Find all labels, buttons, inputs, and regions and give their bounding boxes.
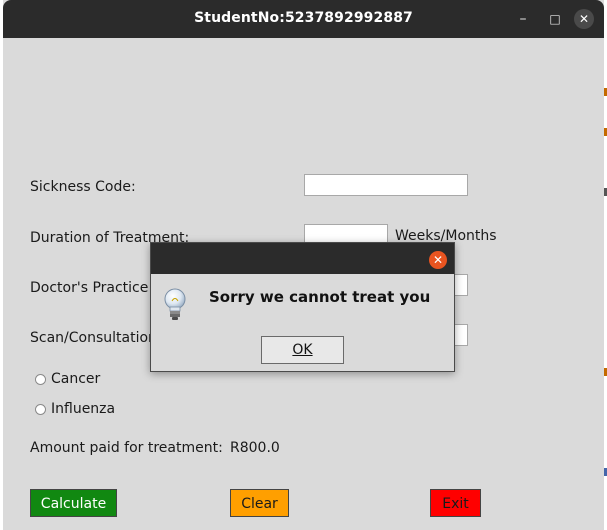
close-icon[interactable]: ✕ xyxy=(574,9,594,29)
radio-cancer[interactable] xyxy=(35,374,46,385)
message-dialog: ✕ Sorry we cannot treat you OK xyxy=(150,242,455,372)
radio-cancer-label: Cancer xyxy=(51,371,101,387)
scan-consultation-label: Scan/Consultation xyxy=(30,330,157,346)
clear-button[interactable]: Clear xyxy=(230,489,289,517)
doctor-practice-input[interactable] xyxy=(454,274,468,296)
sickness-code-label: Sickness Code: xyxy=(30,179,136,195)
exit-button[interactable]: Exit xyxy=(430,489,481,517)
lightbulb-icon xyxy=(163,288,187,322)
title-bar[interactable]: StudentNo:5237892992887 – □ ✕ xyxy=(3,0,604,38)
doctor-practice-label: Doctor's Practice N xyxy=(30,280,164,296)
scan-consultation-input[interactable] xyxy=(454,324,468,346)
amount-label: Amount paid for treatment: xyxy=(30,440,223,456)
calculate-button[interactable]: Calculate xyxy=(30,489,117,517)
dialog-close-icon[interactable]: ✕ xyxy=(429,251,447,269)
ok-button[interactable]: OK xyxy=(261,336,344,364)
dialog-message: Sorry we cannot treat you xyxy=(209,288,431,306)
sickness-code-input[interactable] xyxy=(304,174,468,196)
ok-button-label: OK xyxy=(292,342,313,358)
radio-influenza[interactable] xyxy=(35,404,46,415)
amount-value: R800.0 xyxy=(230,440,280,456)
maximize-icon[interactable]: □ xyxy=(545,9,565,29)
minimize-icon[interactable]: – xyxy=(513,9,533,29)
radio-influenza-label: Influenza xyxy=(51,401,116,417)
dialog-title-bar[interactable]: ✕ xyxy=(151,243,454,274)
